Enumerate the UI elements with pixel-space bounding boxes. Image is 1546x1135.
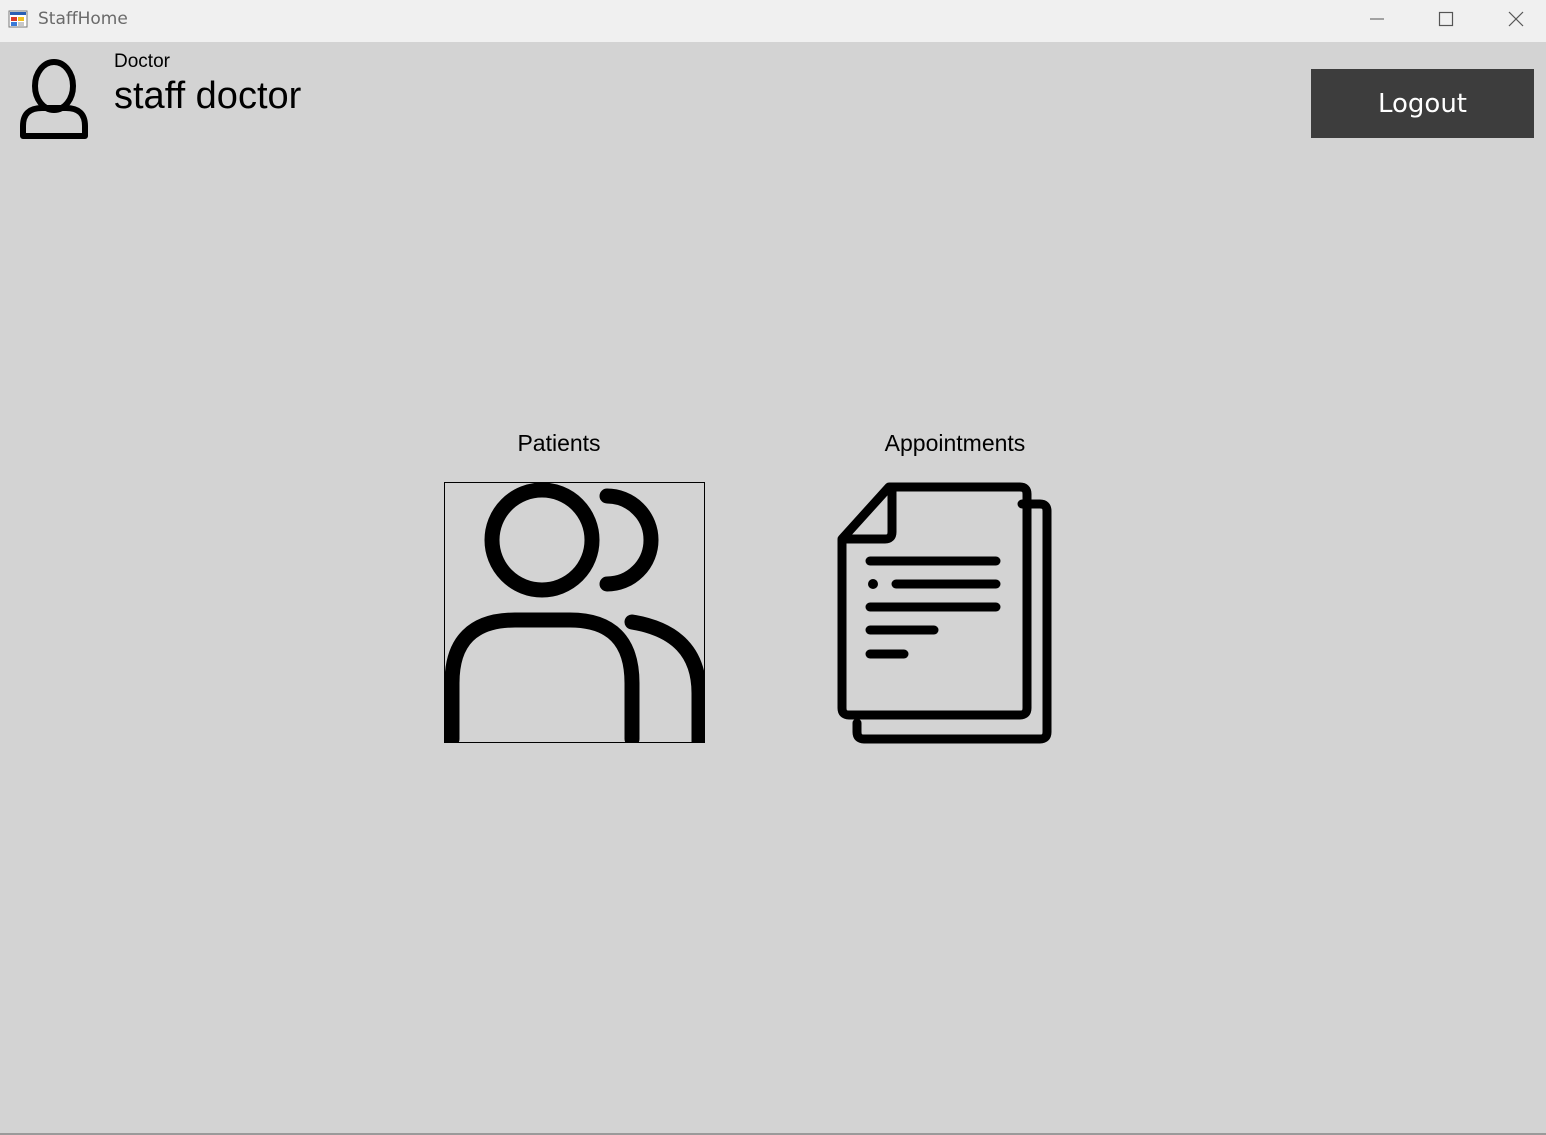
patients-icon xyxy=(445,483,704,742)
patients-label: Patients xyxy=(517,430,601,456)
documents-icon xyxy=(837,482,1052,744)
user-icon xyxy=(20,59,88,139)
appointments-button[interactable] xyxy=(834,482,1056,744)
title-bar[interactable]: StaffHome xyxy=(0,0,1546,42)
patients-button[interactable] xyxy=(444,482,705,743)
maximize-icon xyxy=(1438,11,1454,27)
close-button[interactable] xyxy=(1481,0,1546,38)
window-title: StaffHome xyxy=(38,9,128,29)
close-icon xyxy=(1508,11,1524,27)
maximize-button[interactable] xyxy=(1411,0,1481,38)
minimize-icon xyxy=(1370,18,1384,20)
app-window-icon xyxy=(8,10,28,28)
appointments-label: Appointments xyxy=(884,430,1026,456)
logout-button[interactable]: Logout xyxy=(1311,69,1534,138)
role-label: Doctor xyxy=(114,51,170,72)
minimize-button[interactable] xyxy=(1342,0,1412,38)
staff-home-window: StaffHome Doctor staff doctor Logout Pat xyxy=(0,0,1546,1135)
staff-name: staff doctor xyxy=(114,75,302,117)
client-area: Doctor staff doctor Logout Patients Appo… xyxy=(0,42,1546,1133)
